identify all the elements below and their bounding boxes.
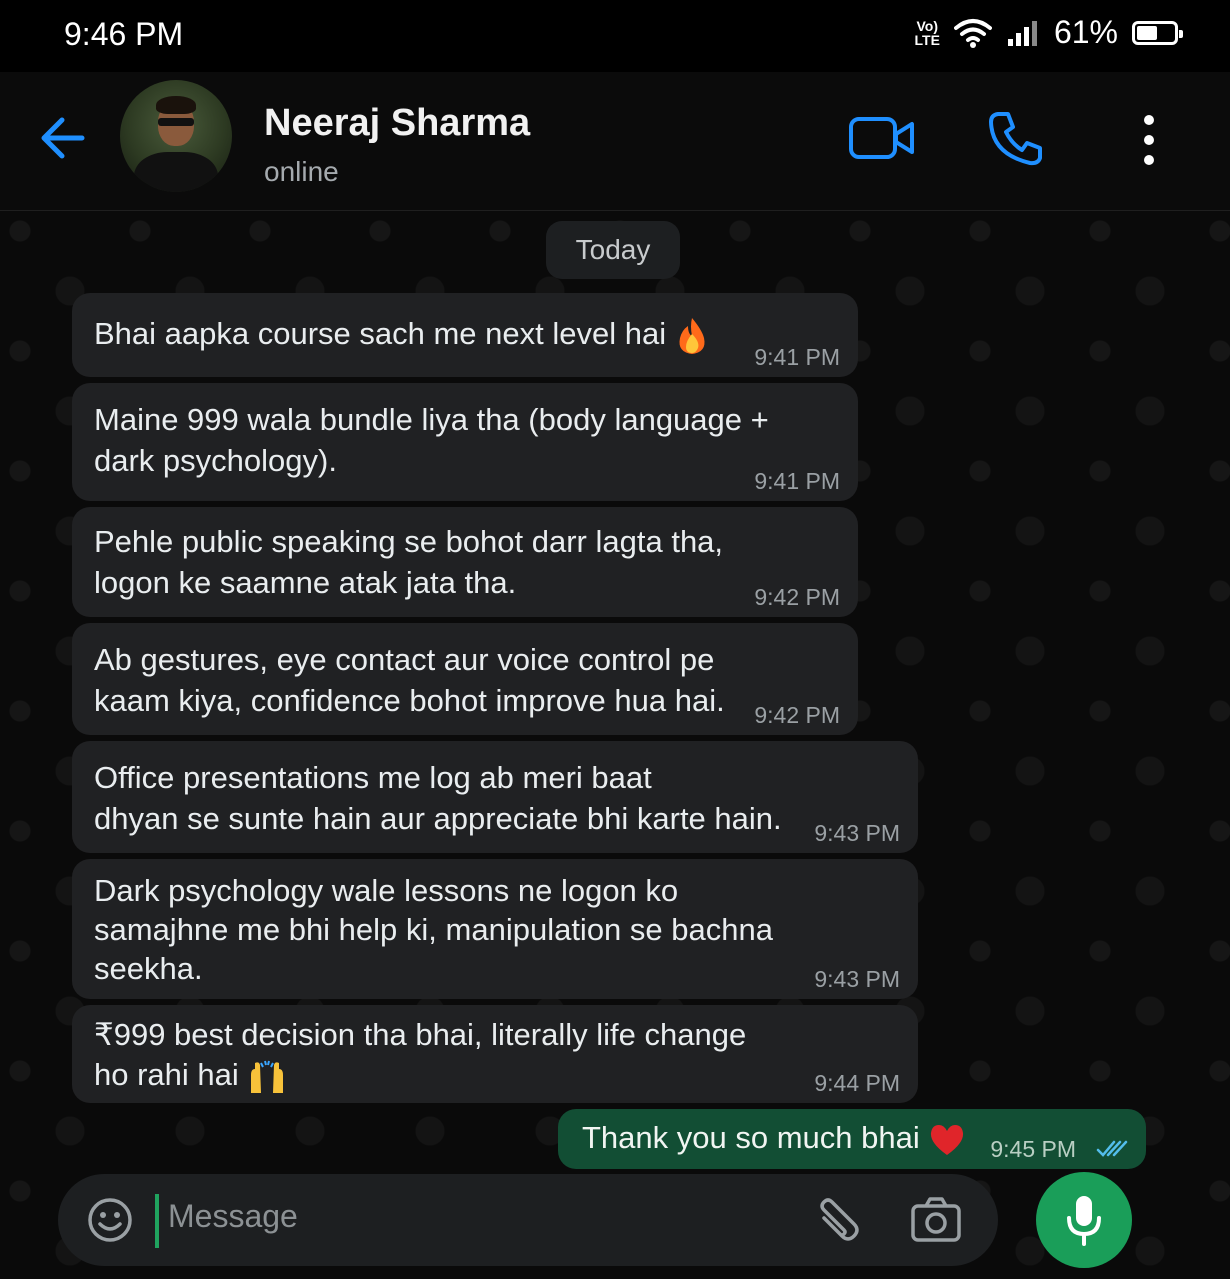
- paperclip-icon[interactable]: [812, 1196, 862, 1246]
- contact-status: online: [264, 156, 339, 187]
- volte-indicator: Vo) LTE: [914, 17, 940, 48]
- message-time: 9:44 PM: [814, 1070, 900, 1096]
- message-bubble-incoming[interactable]: Bhai aapka course sach me next level hai…: [72, 293, 858, 377]
- avatar[interactable]: [120, 80, 232, 192]
- voice-record-button[interactable]: [1036, 1172, 1132, 1268]
- signal-icon: [1007, 20, 1037, 46]
- fire-emoji-icon: [679, 317, 705, 354]
- camera-icon[interactable]: [910, 1196, 962, 1244]
- message-text: Office presentations me log ab meri baat…: [94, 760, 782, 836]
- message-composer[interactable]: Message: [58, 1174, 998, 1266]
- back-arrow-icon[interactable]: [38, 112, 86, 164]
- date-divider: Today: [546, 221, 680, 279]
- wifi-icon: [953, 18, 992, 48]
- status-icons: Vo) LTE 61%: [914, 14, 1183, 51]
- message-text: Bhai aapka course sach me next level hai: [94, 313, 710, 356]
- message-bubble-incoming[interactable]: Ab gestures, eye contact aur voice contr…: [72, 623, 858, 735]
- message-text: ₹999 best decision tha bhai, literally l…: [94, 1015, 746, 1095]
- message-input[interactable]: Message: [168, 1198, 298, 1235]
- message-time: 9:41 PM: [754, 344, 840, 370]
- voice-call-icon[interactable]: [988, 110, 1044, 166]
- video-call-icon[interactable]: [848, 114, 916, 162]
- text-cursor: [155, 1194, 159, 1248]
- read-receipt-icon: [1096, 1140, 1128, 1157]
- microphone-icon: [1067, 1196, 1101, 1246]
- chat-area[interactable]: Today Bhai aapka course sach me next lev…: [0, 211, 1230, 1279]
- message-text: Thank you so much bhai: [582, 1117, 966, 1158]
- contact-name[interactable]: Neeraj Sharma: [264, 102, 530, 145]
- message-time: 9:42 PM: [754, 584, 840, 610]
- message-text: Dark psychology wale lessons ne logon ko…: [94, 873, 773, 986]
- raising-hands-emoji-icon: [250, 1060, 283, 1093]
- chat-header: Neeraj Sharma online: [0, 72, 1230, 211]
- message-time: 9:43 PM: [814, 820, 900, 846]
- more-options-icon[interactable]: [1136, 112, 1162, 168]
- status-bar: 9:46 PM Vo) LTE 61%: [0, 0, 1230, 72]
- message-text: Ab gestures, eye contact aur voice contr…: [94, 642, 725, 718]
- message-bubble-incoming[interactable]: ₹999 best decision tha bhai, literally l…: [72, 1005, 918, 1103]
- status-time: 9:46 PM: [64, 16, 184, 52]
- message-time: 9:43 PM: [814, 966, 900, 992]
- message-bubble-incoming[interactable]: Maine 999 wala bundle liya tha (body lan…: [72, 383, 858, 501]
- message-text: Maine 999 wala bundle liya tha (body lan…: [94, 402, 769, 478]
- message-bubble-incoming[interactable]: Office presentations me log ab meri baat…: [72, 741, 918, 853]
- message-time: 9:45 PM: [990, 1136, 1076, 1162]
- red-heart-emoji-icon: [930, 1124, 963, 1155]
- message-bubble-outgoing[interactable]: Thank you so much bhai 9:45 PM: [558, 1109, 1146, 1169]
- message-time: 9:42 PM: [754, 702, 840, 728]
- message-bubble-incoming[interactable]: Pehle public speaking se bohot darr lagt…: [72, 507, 858, 617]
- battery-level: [1137, 25, 1158, 40]
- message-bubble-incoming[interactable]: Dark psychology wale lessons ne logon ko…: [72, 859, 918, 999]
- battery-icon: [1132, 20, 1183, 45]
- message-text: Pehle public speaking se bohot darr lagt…: [94, 524, 724, 600]
- battery-percent: 61%: [1053, 14, 1118, 50]
- emoji-icon[interactable]: [86, 1196, 134, 1244]
- message-time: 9:41 PM: [754, 468, 840, 494]
